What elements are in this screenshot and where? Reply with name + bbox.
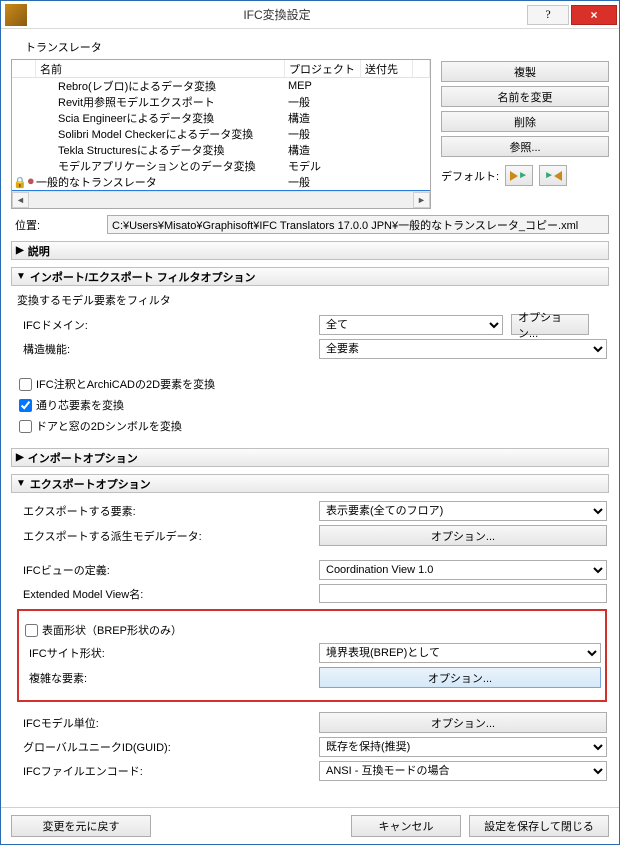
translator-list[interactable]: 名前 プロジェクト 送付先 Rebro(レブロ)によるデータ変換MEPRevit… <box>11 59 431 209</box>
location-label: 位置: <box>11 217 101 233</box>
chk-door-window-label: ドアと窓の2Dシンボルを変換 <box>36 418 182 434</box>
chk-annotations[interactable] <box>19 378 32 391</box>
export-derived-options-button[interactable]: オプション... <box>319 525 607 546</box>
ifc-view-select[interactable]: Coordination View 1.0 <box>319 560 607 580</box>
table-row[interactable]: Scia Engineerによるデータ変換構造 <box>12 110 430 126</box>
ifc-unit-options-button[interactable]: オプション... <box>319 712 607 733</box>
help-button[interactable]: ? <box>527 5 569 25</box>
titlebar: IFC変換設定 ? × <box>1 1 619 29</box>
domain-options-button[interactable]: オプション... <box>511 314 589 335</box>
export-elements-label: エクスポートする要素: <box>17 503 319 519</box>
col-name[interactable]: 名前 <box>36 60 285 77</box>
translators-label: トランスレータ <box>25 39 609 55</box>
cancel-button[interactable]: キャンセル <box>351 815 461 837</box>
close-button[interactable]: × <box>571 5 617 25</box>
section-export[interactable]: ▼エクスポートオプション <box>11 474 609 493</box>
scroll-right-icon[interactable]: ► <box>413 192 430 208</box>
h-scrollbar[interactable]: ◄ ► <box>12 191 430 208</box>
col-project[interactable]: プロジェクト <box>285 60 361 77</box>
list-header: 名前 プロジェクト 送付先 <box>12 60 430 78</box>
chk-annotations-label: IFC注釈とArchiCADの2D要素を変換 <box>36 376 215 392</box>
location-field[interactable] <box>107 215 609 234</box>
table-row[interactable]: モデルアプリケーションとのデータ変換モデル <box>12 158 430 174</box>
table-row[interactable]: 🔒●一般的なトランスレータ一般 <box>12 174 430 190</box>
table-row[interactable]: Revit用参照モデルエクスポート一般 <box>12 94 430 110</box>
chk-door-window[interactable] <box>19 420 32 433</box>
ifc-site-shape-select[interactable]: 境界表現(BREP)として <box>319 643 601 663</box>
complex-elements-options-button[interactable]: オプション... <box>319 667 601 688</box>
scroll-left-icon[interactable]: ◄ <box>12 192 29 208</box>
section-description[interactable]: ▶説明 <box>11 241 609 260</box>
revert-button[interactable]: 変更を元に戻す <box>11 815 151 837</box>
col-dest[interactable]: 送付先 <box>361 60 413 77</box>
export-derived-label: エクスポートする派生モデルデータ: <box>17 528 319 544</box>
filter-intro: 変換するモデル要素をフィルタ <box>17 292 607 308</box>
save-button[interactable]: 設定を保存して閉じる <box>469 815 609 837</box>
app-icon <box>5 4 27 26</box>
chk-gridlines[interactable] <box>19 399 32 412</box>
default-export-button[interactable]: ► <box>539 165 567 186</box>
encoding-label: IFCファイルエンコード: <box>17 763 319 779</box>
section-filter[interactable]: ▼インポート/エクスポート フィルタオプション <box>11 267 609 286</box>
guid-select[interactable]: 既存を保持(推奨) <box>319 737 607 757</box>
section-import[interactable]: ▶インポートオプション <box>11 448 609 467</box>
ext-model-view-input[interactable] <box>319 584 607 603</box>
duplicate-button[interactable]: 複製 <box>441 61 609 82</box>
window-title: IFC変換設定 <box>27 6 527 23</box>
footer: 変更を元に戻す キャンセル 設定を保存して閉じる <box>1 807 619 844</box>
chk-surface-brep-label: 表面形状（BREP形状のみ） <box>42 622 182 638</box>
ifc-domain-select[interactable]: 全て <box>319 315 503 335</box>
rename-button[interactable]: 名前を変更 <box>441 86 609 107</box>
ifc-view-label: IFCビューの定義: <box>17 562 319 578</box>
chk-gridlines-label: 通り芯要素を変換 <box>36 397 124 413</box>
table-row[interactable]: 一般的なトランスレータ_コピー一般 <box>12 190 430 191</box>
struct-func-label: 構造機能: <box>17 341 319 357</box>
table-row[interactable]: Solibri Model Checkerによるデータ変換一般 <box>12 126 430 142</box>
ifc-site-shape-label: IFCサイト形状: <box>23 645 319 661</box>
table-row[interactable]: Tekla Structuresによるデータ変換構造 <box>12 142 430 158</box>
chk-surface-brep[interactable] <box>25 624 38 637</box>
default-import-button[interactable]: ► <box>505 165 533 186</box>
encoding-select[interactable]: ANSI - 互換モードの場合 <box>319 761 607 781</box>
export-elements-select[interactable]: 表示要素(全てのフロア) <box>319 501 607 521</box>
ifc-domain-label: IFCドメイン: <box>17 317 319 333</box>
table-row[interactable]: Rebro(レブロ)によるデータ変換MEP <box>12 78 430 94</box>
ext-model-view-label: Extended Model View名: <box>17 586 319 602</box>
browse-button[interactable]: 参照... <box>441 136 609 157</box>
delete-button[interactable]: 削除 <box>441 111 609 132</box>
highlight-box: 表面形状（BREP形状のみ） IFCサイト形状: 境界表現(BREP)として 複… <box>17 609 607 702</box>
default-label: デフォルト: <box>441 168 499 184</box>
complex-elements-label: 複雑な要素: <box>23 670 319 686</box>
struct-func-select[interactable]: 全要素 <box>319 339 607 359</box>
ifc-unit-label: IFCモデル単位: <box>17 715 319 731</box>
guid-label: グローバルユニークID(GUID): <box>17 739 319 755</box>
